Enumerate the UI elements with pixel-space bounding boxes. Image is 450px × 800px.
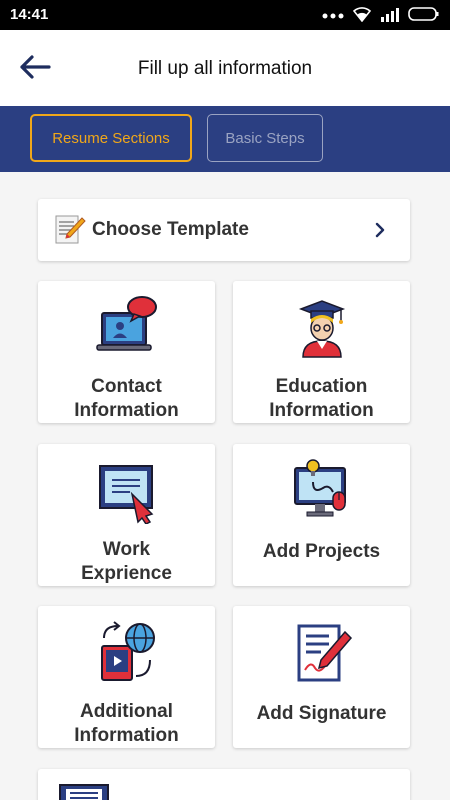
list-document-icon: [58, 783, 110, 800]
page-title: Fill up all information: [137, 58, 313, 79]
status-icons: [322, 6, 440, 27]
status-time: 14:41: [10, 6, 49, 23]
tab-resume-sections[interactable]: Resume Sections: [30, 114, 192, 162]
signal-icon: [380, 6, 400, 27]
sections-list: Choose Template Contact Information Educ…: [0, 172, 450, 800]
certificate-icon: [94, 458, 160, 525]
tab-bar: Resume Sections Basic Steps: [0, 106, 450, 172]
add-signature-label: Add Signature: [256, 703, 387, 724]
wifi-icon: [352, 6, 372, 27]
choose-template-label: Choose Template: [92, 219, 249, 240]
contact-information-label: Contact Information: [74, 376, 179, 421]
additional-information-label: Additional Information: [74, 701, 179, 746]
choose-template-row[interactable]: Choose Template: [38, 199, 410, 261]
battery-icon: [408, 6, 440, 27]
laptop-contact-icon: [94, 295, 160, 361]
graduate-icon: [289, 295, 355, 361]
add-projects-card[interactable]: Add Projects: [233, 444, 410, 586]
chevron-right-icon: [374, 222, 386, 243]
template-document-icon: [54, 213, 86, 250]
app-bar: Fill up all information: [0, 30, 450, 106]
contact-information-card[interactable]: Contact Information: [38, 281, 215, 423]
add-projects-label: Add Projects: [262, 541, 381, 562]
monitor-project-icon: [289, 458, 355, 524]
add-signature-card[interactable]: Add Signature: [233, 606, 410, 748]
additional-information-card[interactable]: Additional Information: [38, 606, 215, 748]
notification-dots-icon: [322, 8, 344, 26]
signature-document-icon: [289, 620, 355, 686]
globe-book-icon: [94, 620, 160, 686]
education-information-card[interactable]: Education Information: [233, 281, 410, 423]
work-experience-card[interactable]: Work Exprience: [38, 444, 215, 586]
work-experience-label: Work Exprience: [81, 539, 172, 584]
education-information-label: Education Information: [269, 376, 374, 421]
tab-basic-steps[interactable]: Basic Steps: [207, 114, 323, 162]
next-section-card[interactable]: [38, 769, 410, 800]
status-bar: 14:41: [0, 0, 450, 30]
